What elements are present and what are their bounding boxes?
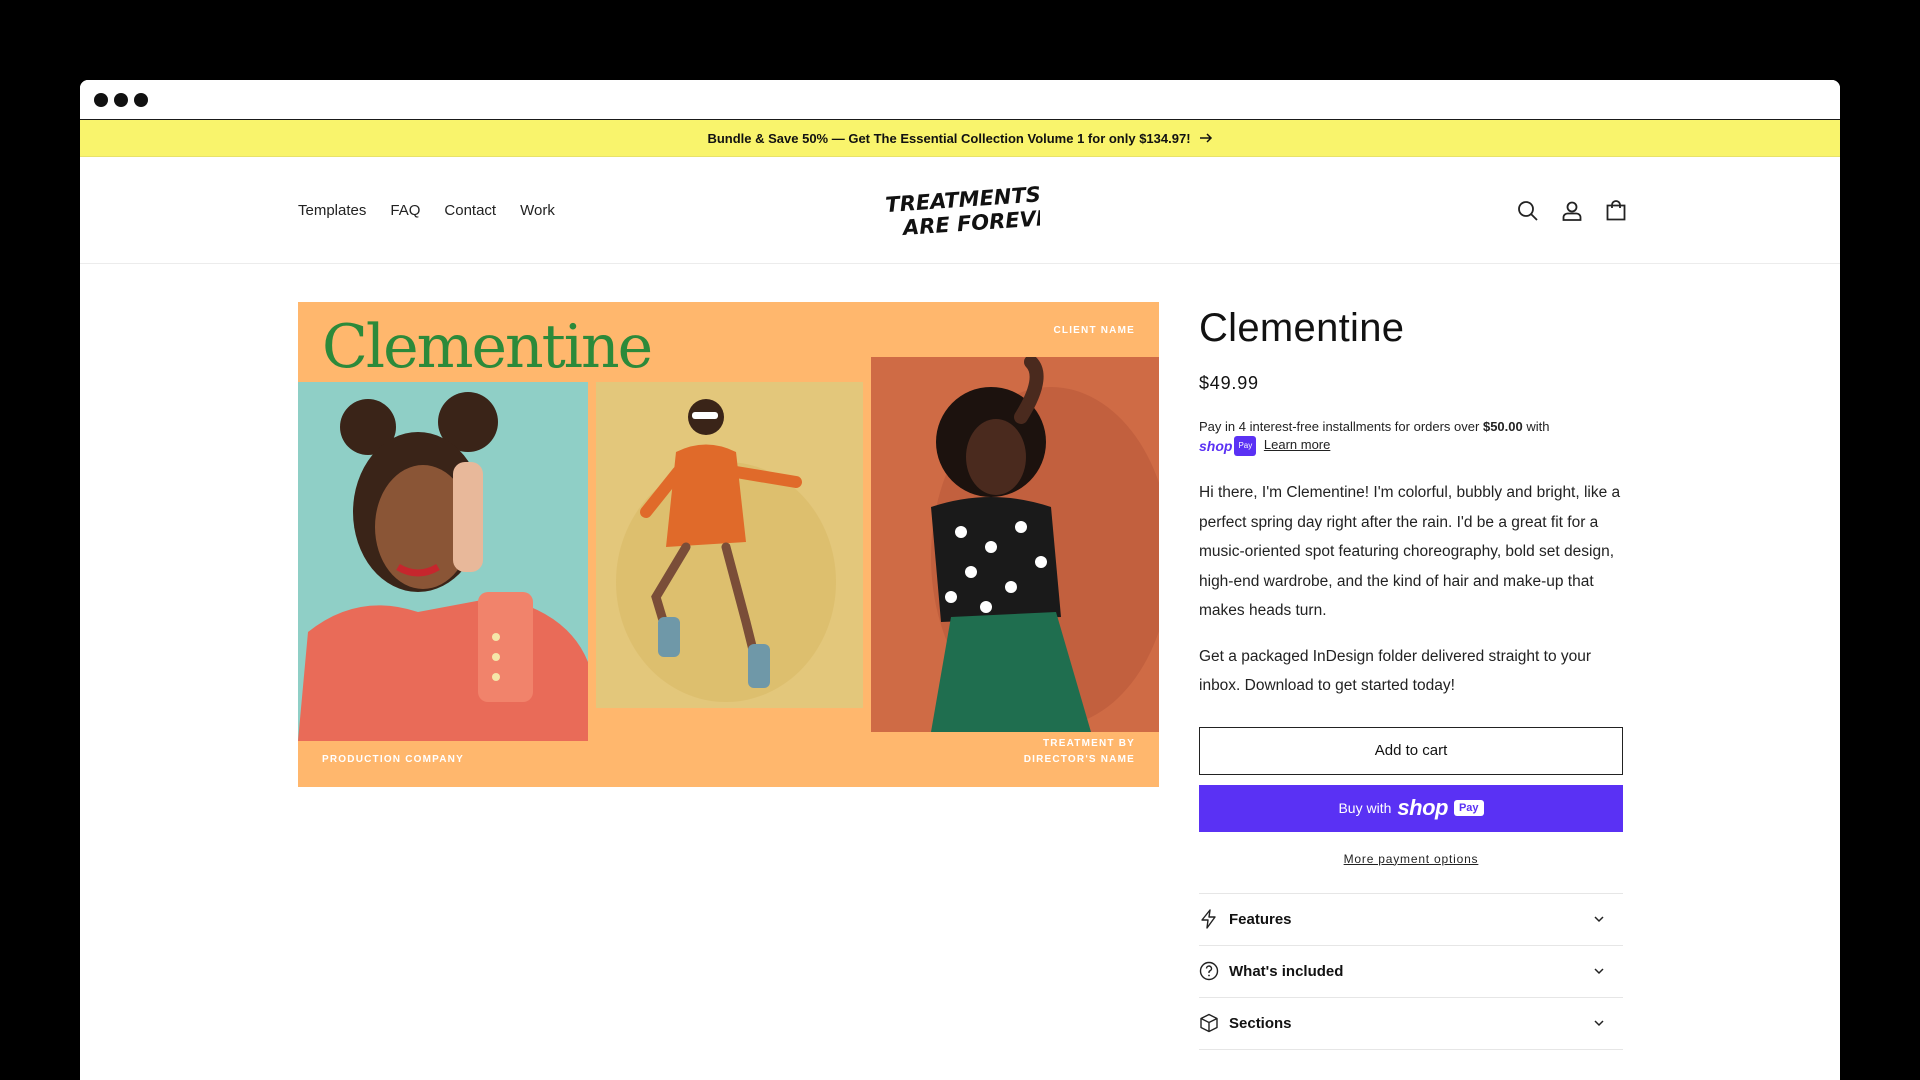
description-paragraph: Hi there, I'm Clementine! I'm colorful, … <box>1199 484 1621 619</box>
accordion-label: What's included <box>1229 962 1344 980</box>
browser-window: Bundle & Save 50% — Get The Essential Co… <box>80 80 1840 1080</box>
shop-logo-word: shop <box>1397 795 1448 820</box>
accordion-label: Sections <box>1229 1014 1292 1032</box>
product-accordion: Features What's included Sections <box>1199 892 1623 1050</box>
window-control-dot[interactable] <box>134 92 148 107</box>
gallery-title: Clementine <box>322 312 653 382</box>
window-control-dot[interactable] <box>114 92 128 107</box>
account-icon[interactable] <box>1560 199 1584 223</box>
description-paragraph: Get a packaged InDesign folder delivered… <box>1199 647 1592 695</box>
nav-item-templates[interactable]: Templates <box>298 202 366 219</box>
buy-with-label: Buy with <box>1338 800 1392 816</box>
box-icon <box>1200 1013 1218 1033</box>
installments-amount: $50.00 <box>1482 419 1523 434</box>
announcement-text[interactable]: Bundle & Save 50% — Get The Essential Co… <box>707 131 1190 146</box>
product-title: Clementine <box>1199 306 1405 350</box>
nav-item-faq[interactable]: FAQ <box>390 202 420 219</box>
accordion-sections[interactable]: Sections <box>1199 998 1623 1050</box>
woman-portrait-illustration <box>298 392 588 741</box>
arrow-right-icon <box>1199 133 1212 143</box>
dancer-illustration <box>616 399 836 702</box>
window-titlebar <box>80 80 1840 120</box>
installments-banner: Pay in 4 interest-free installments for … <box>1199 418 1623 456</box>
header-icons <box>1516 157 1628 264</box>
window-control-dot[interactable] <box>94 92 108 107</box>
nav-item-work[interactable]: Work <box>520 202 555 219</box>
photo-dancer-center <box>596 382 863 708</box>
learn-more-link[interactable]: Learn more <box>1264 437 1330 452</box>
shop-pay-word: shop <box>1199 438 1233 454</box>
installments-suffix: with <box>1526 419 1550 434</box>
shop-pay-badge: Pay <box>1234 436 1257 456</box>
site-logo[interactable]: TREATMENTS ARE FOREVER <box>880 181 1040 241</box>
accordion-whats-included[interactable]: What's included <box>1199 946 1623 998</box>
buy-with-shop-pay-button[interactable]: Buy with shop Pay <box>1199 784 1623 832</box>
treatment-by-label: TREATMENT BY <box>1043 738 1135 749</box>
accordion-label: Features <box>1229 910 1292 928</box>
production-company-label: PRODUCTION COMPANY <box>322 754 464 765</box>
pay-badge: Pay <box>1453 800 1484 816</box>
shop-pay-logo: shop Pay <box>1199 436 1257 456</box>
accordion-features[interactable]: Features <box>1199 894 1623 946</box>
product-description: Hi there, I'm Clementine! I'm colorful, … <box>1199 478 1623 701</box>
director-name-label: DIRECTOR'S NAME <box>1023 754 1135 765</box>
site-header: Templates FAQ Contact Work TREATMENTS AR… <box>80 157 1840 264</box>
question-circle-icon <box>1199 961 1219 981</box>
woman-standing-illustration <box>931 357 1159 732</box>
nav-item-contact[interactable]: Contact <box>444 202 496 219</box>
add-to-cart-button[interactable]: Add to cart <box>1199 726 1623 775</box>
main-nav: Templates FAQ Contact Work <box>298 157 555 264</box>
product-image[interactable]: Clementine CLIENT NAME PRODUCTION COMPAN… <box>298 302 1159 787</box>
product-info: Clementine $49.99 Pay in 4 interest-free… <box>1199 302 1623 1050</box>
chevron-down-icon <box>1594 1020 1604 1027</box>
chevron-down-icon <box>1594 916 1604 923</box>
product-price: $49.99 <box>1199 373 1259 393</box>
cart-icon[interactable] <box>1604 199 1628 223</box>
client-name-label: CLIENT NAME <box>1053 325 1135 336</box>
announcement-bar[interactable]: Bundle & Save 50% — Get The Essential Co… <box>80 120 1840 157</box>
chevron-down-icon <box>1594 968 1604 975</box>
more-payment-options-link[interactable]: More payment options <box>1199 852 1623 866</box>
installments-text: Pay in 4 interest-free installments for … <box>1199 419 1480 434</box>
photo-woman-right <box>871 357 1159 732</box>
search-icon[interactable] <box>1516 199 1540 223</box>
photo-portrait-left <box>298 382 588 741</box>
lightning-icon <box>1201 909 1216 929</box>
